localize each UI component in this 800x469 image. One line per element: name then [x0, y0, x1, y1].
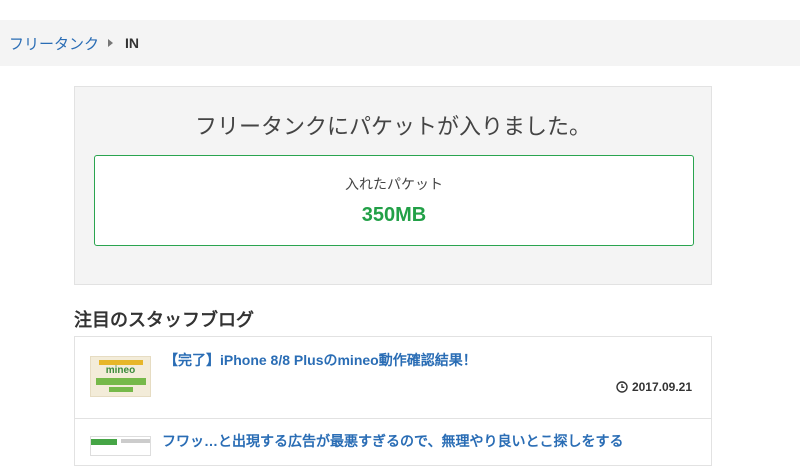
packet-amount-label: 入れたパケット: [345, 176, 443, 192]
result-panel: フリータンクにパケットが入りました。 入れたパケット 350MB: [74, 86, 712, 285]
breadcrumb-current: IN: [125, 35, 140, 51]
blog-thumbnail[interactable]: mineo: [90, 356, 151, 397]
blog-post-title-link[interactable]: フワッ…と出現する広告が最悪すぎるので、無理やり良いとこ探しをする: [162, 431, 682, 451]
thumbnail-band: [109, 387, 133, 392]
staff-blog-list: mineo 【完了】iPhone 8/8 Plusのmineo動作確認結果！ 2…: [74, 336, 712, 466]
thumbnail-band: [121, 439, 150, 443]
thumbnail-logo: mineo: [105, 365, 136, 376]
packet-amount-value: 350MB: [361, 204, 427, 226]
blog-list-item[interactable]: フワッ…と出現する広告が最悪すぎるので、無理やり良いとこ探しをする: [75, 419, 711, 469]
clock-icon: [616, 381, 628, 393]
blog-list-item[interactable]: mineo 【完了】iPhone 8/8 Plusのmineo動作確認結果！ 2…: [75, 337, 711, 419]
packet-amount-box: 入れたパケット 350MB: [94, 155, 694, 246]
breadcrumb: フリータンク IN: [0, 20, 800, 66]
blog-post-date-text: 2017.09.21: [631, 380, 692, 394]
blog-post-date: 2017.09.21: [616, 380, 692, 394]
blog-post-title-link[interactable]: 【完了】iPhone 8/8 Plusのmineo動作確認結果！: [164, 350, 684, 370]
staff-blog-heading: 注目のスタッフブログ: [74, 310, 254, 330]
thumbnail-band: [96, 378, 146, 385]
blog-thumbnail[interactable]: [90, 436, 151, 456]
caret-right-icon: [108, 39, 114, 47]
thumbnail-band: [91, 439, 117, 445]
result-message: フリータンクにパケットが入りました。: [194, 114, 591, 139]
breadcrumb-link-free-tank[interactable]: フリータンク: [9, 33, 99, 54]
